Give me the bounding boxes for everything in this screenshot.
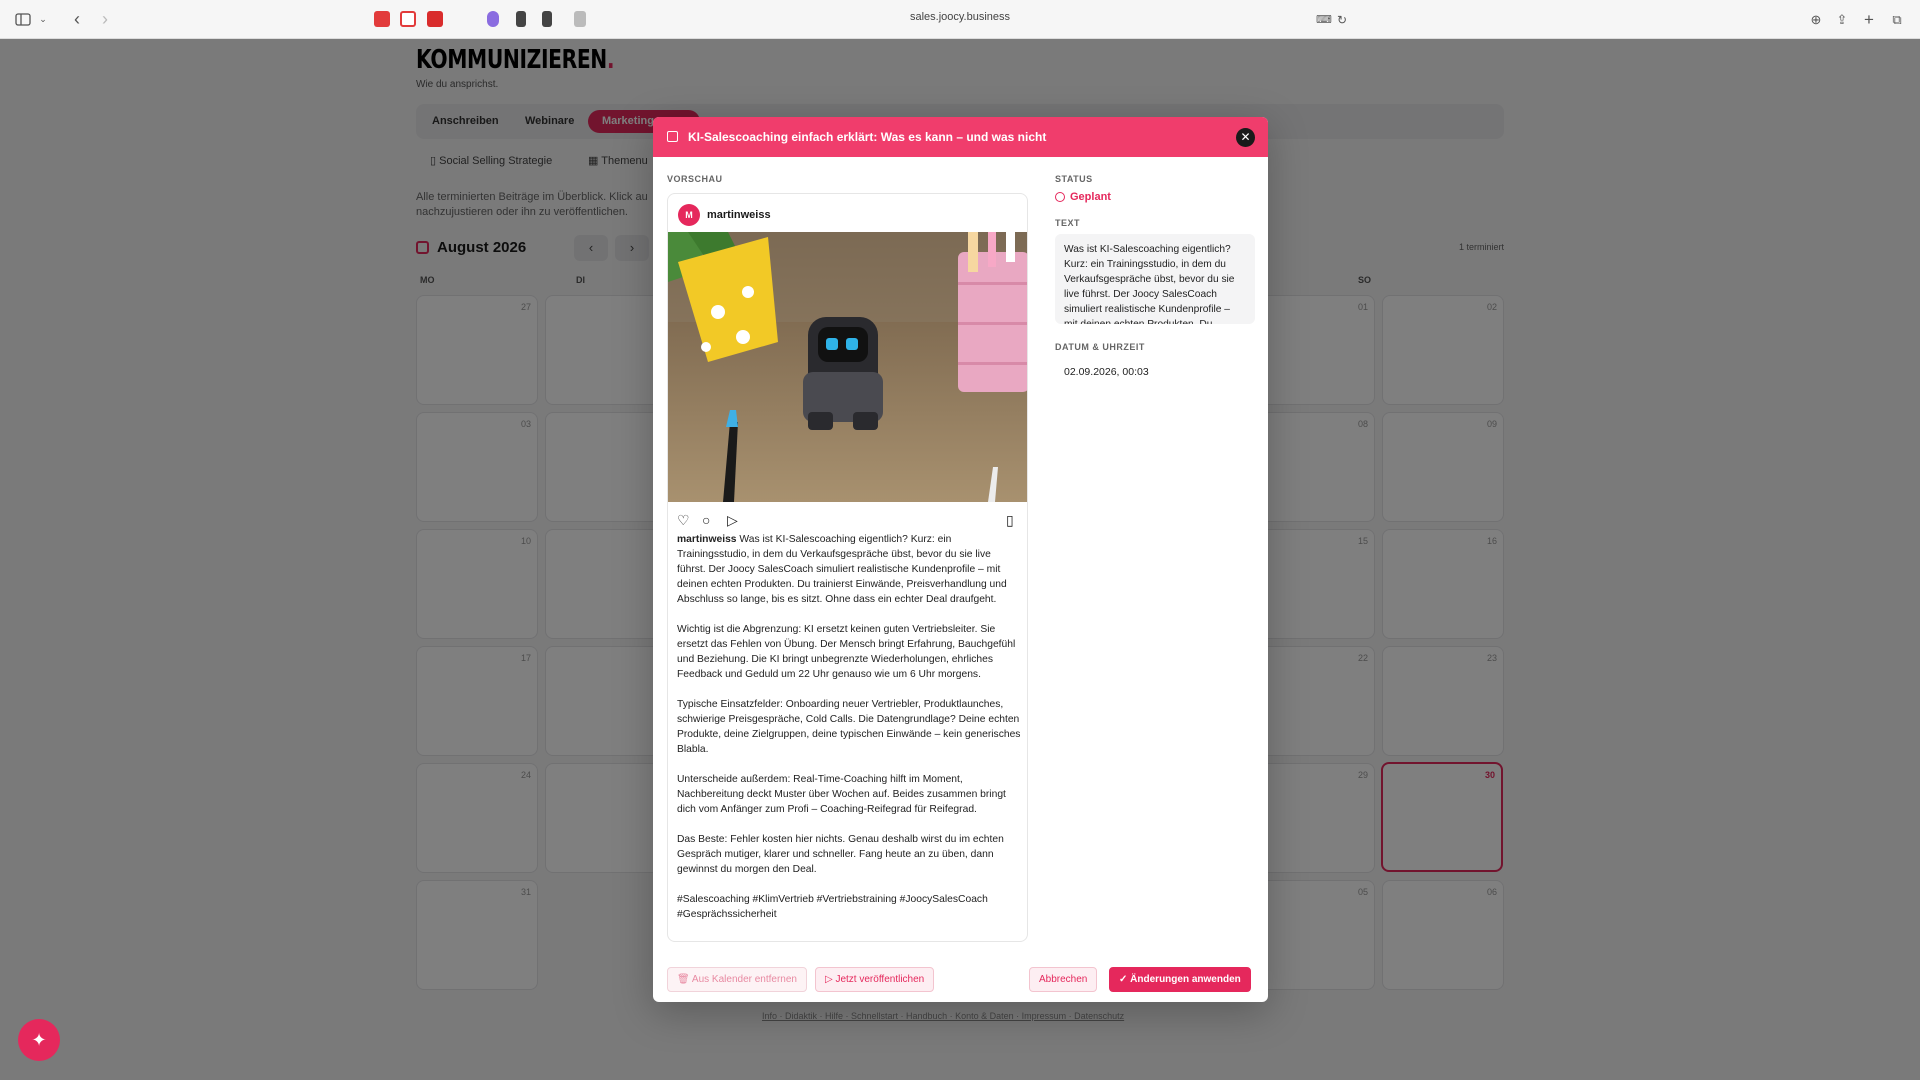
remove-from-calendar-button[interactable]: 🗑 Aus Kalender entfernen — [667, 967, 807, 992]
extension-icon[interactable] — [542, 11, 552, 27]
extension-icon[interactable] — [427, 11, 443, 27]
extension-icon[interactable] — [374, 11, 390, 27]
reader-icon[interactable] — [400, 11, 416, 27]
datetime-label: DATUM & UHRZEIT — [1055, 342, 1145, 352]
status-label: STATUS — [1055, 174, 1093, 184]
new-tab-icon[interactable]: + — [1862, 10, 1876, 29]
extension-icon[interactable] — [487, 11, 499, 27]
instagram-preview: M martinweiss ♡ ○ ▷ ▯ martinweiss Was is… — [667, 193, 1028, 942]
preview-label: VORSCHAU — [667, 174, 723, 184]
avatar: M — [678, 204, 700, 226]
browser-toolbar: ⌄ ‹ › sales.joocy.business ⌨ ↻ ⊕ ⇪ + ⧉ — [0, 0, 1920, 39]
ai-assistant-button[interactable]: ✦ — [18, 1019, 60, 1061]
bookmark-icon[interactable]: ▯ — [1006, 512, 1014, 529]
post-text-field[interactable]: Was ist KI-Salescoaching eigentlich? Kur… — [1055, 234, 1255, 324]
download-icon[interactable]: ⊕ — [1808, 10, 1824, 29]
send-icon[interactable]: ▷ — [727, 512, 738, 529]
modal-title: KI-Salescoaching einfach erklärt: Was es… — [688, 130, 1047, 144]
datetime-field[interactable]: 02.09.2026, 00:03 — [1064, 366, 1149, 378]
chevron-down-icon[interactable]: ⌄ — [38, 10, 48, 29]
forward-icon[interactable]: › — [98, 9, 112, 29]
comment-icon[interactable]: ○ — [702, 512, 710, 528]
post-username: martinweiss — [707, 209, 771, 221]
post-image — [668, 232, 1027, 502]
back-icon[interactable]: ‹ — [70, 9, 84, 29]
tabs-overview-icon[interactable]: ⧉ — [1889, 10, 1905, 29]
text-label: TEXT — [1055, 218, 1081, 228]
extension-icon[interactable] — [574, 11, 586, 27]
extension-icon[interactable] — [516, 11, 526, 27]
publish-now-button[interactable]: ▷ Jetzt veröffentlichen — [815, 967, 935, 992]
post-edit-modal: KI-Salescoaching einfach erklärt: Was es… — [653, 117, 1268, 1002]
address-bar[interactable]: sales.joocy.business — [860, 11, 1060, 23]
close-button[interactable]: ✕ — [1236, 128, 1255, 147]
modal-header: KI-Salescoaching einfach erklärt: Was es… — [653, 117, 1268, 157]
share-icon[interactable]: ⇪ — [1834, 10, 1850, 29]
reload-icon[interactable]: ↻ — [1336, 10, 1348, 29]
status-badge: Geplant — [1055, 191, 1111, 203]
sidebar-toggle-icon[interactable] — [14, 10, 32, 29]
apply-changes-button[interactable]: ✓ Änderungen anwenden — [1109, 967, 1251, 992]
cancel-button[interactable]: Abbrechen — [1029, 967, 1098, 992]
clock-icon — [1055, 192, 1065, 202]
like-icon[interactable]: ♡ — [677, 512, 690, 529]
calendar-icon — [667, 131, 678, 142]
post-caption: martinweiss Was ist KI-Salescoaching eig… — [677, 534, 1021, 920]
translate-icon[interactable]: ⌨ — [1316, 10, 1332, 29]
